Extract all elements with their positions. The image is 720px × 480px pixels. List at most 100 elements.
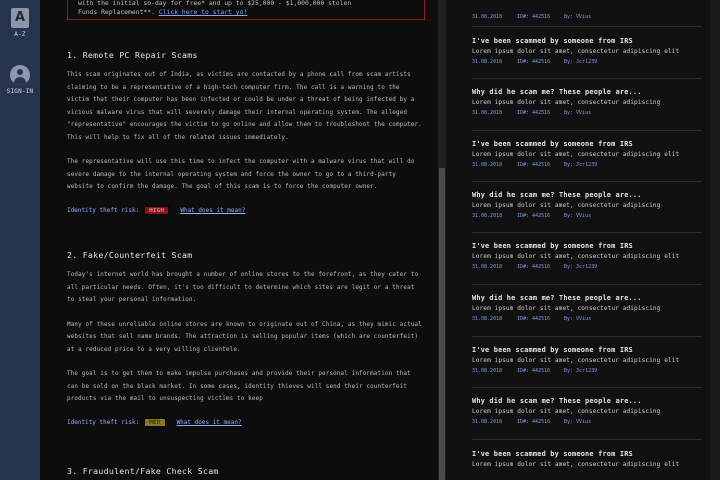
feed-question: I've been scammed by someone from IRS [472, 450, 633, 458]
section-paragraph: The goal is to get them to make impulse … [67, 371, 411, 402]
feed-date: 31.08.2018 [472, 368, 503, 374]
feed-author: By: Jcr1239 [564, 59, 598, 65]
feed-meta: 31.08.2018 ID#: 442516 By: VVius [472, 213, 702, 219]
feed-item[interactable]: Why did he scam me? These people are... … [472, 191, 702, 219]
divider [472, 232, 702, 233]
what-does-it-mean-link[interactable]: What does it mean? [177, 419, 242, 426]
section-paragraph: This scam originates out of India, as vi… [67, 72, 422, 141]
divider [472, 284, 702, 285]
feed-snippet: Lorem ipsum dolor sit amet, consectetur … [472, 253, 680, 260]
feed-question: Why did he scam me? These people are... [472, 88, 642, 96]
feed-date: 31.08.2018 [472, 14, 503, 20]
feed-date: 31.08.2018 [472, 162, 503, 168]
feed-id: ID#: 442516 [517, 419, 551, 425]
feed-author: By: Jcr1239 [564, 162, 598, 168]
what-does-it-mean-link[interactable]: What does it mean? [180, 207, 245, 214]
risk-badge-high: HIGH [144, 205, 170, 215]
feed-date: 31.08.2018 [472, 213, 503, 219]
nav-item-sign-in[interactable]: SIGN-IN [0, 65, 40, 95]
feed-id: ID#: 442516 [517, 59, 551, 65]
feed-question: Why did he scam me? These people are... [472, 191, 642, 199]
divider [472, 439, 702, 440]
section-fake-counterfeit: 2. Fake/Counterfeit Scam Today's interne… [67, 250, 422, 427]
section-paragraph: Many of these unreliable online stores a… [67, 321, 422, 353]
banner-text: Funds Replacement**. [78, 8, 155, 16]
risk-row: Identity theft risk: HIGH What does it m… [67, 205, 422, 215]
banner-text: with the initial so-day for free* and up… [78, 0, 352, 7]
a-z-icon: A [11, 8, 29, 28]
risk-row: Identity theft risk: MED What does it me… [67, 417, 422, 427]
feed-snippet: Lorem ipsum dolor sit amet, consectetur … [472, 99, 661, 106]
feed-date: 31.08.2018 [472, 110, 503, 116]
divider [472, 26, 702, 27]
promo-banner: with the initial so-day for free* and up… [67, 0, 425, 20]
divider [472, 181, 702, 182]
user-icon [10, 65, 30, 85]
divider [472, 387, 702, 388]
article-content: with the initial so-day for free* and up… [40, 0, 438, 480]
feed-author: By: VVius [564, 419, 592, 425]
section-fraudulent-check: 3. Fraudulent/Fake Check Scam [67, 466, 422, 476]
feed-id: ID#: 442516 [517, 368, 551, 374]
feed-item[interactable]: I've been scammed by someone from IRS Lo… [472, 346, 702, 374]
left-nav: A A-Z SIGN-IN [0, 0, 40, 480]
feed-snippet: Lorem ipsum dolor sit amet, consectetur … [472, 408, 661, 415]
banner-link[interactable]: Click here to start yo! [159, 8, 248, 16]
feed-id: ID#: 442516 [517, 110, 551, 116]
feed-date: 31.08.2018 [472, 316, 503, 322]
feed-id: ID#: 442516 [517, 316, 551, 322]
feed-item[interactable]: I've been scammed by someone from IRS Lo… [472, 37, 702, 65]
feed-snippet: Lorem ipsum dolor sit amet, consectetur … [472, 151, 680, 158]
feed-author: By: Jcr1239 [564, 264, 598, 270]
feed-meta: 31.08.2018 ID#: 442516 By: Jcr1239 [472, 59, 702, 65]
feed-question: I've been scammed by someone from IRS [472, 346, 633, 354]
feed-author: By: VVius [564, 14, 592, 20]
section-paragraph: The representative will use this time to… [67, 159, 415, 190]
feed-item[interactable]: I've been scammed by someone from IRS Lo… [472, 450, 702, 468]
feed-author: By: VVius [564, 316, 592, 322]
feed-meta: 31.08.2018 ID#: 442516 By: VVius [472, 110, 702, 116]
section-title: 2. Fake/Counterfeit Scam [67, 250, 193, 260]
feed-snippet: Lorem ipsum dolor sit amet, consectetur … [472, 461, 680, 468]
feed-item[interactable]: Why did he scam me? These people are... … [472, 88, 702, 116]
nav-item-label: A-Z [14, 31, 26, 38]
feed-meta: 31.08.2018 ID#: 442516 By: Jcr1239 [472, 368, 702, 374]
feed-meta: 31.08.2018 ID#: 442516 By: VVius [472, 14, 702, 20]
feed-scrollbar[interactable] [710, 0, 720, 480]
feed-meta: 31.08.2018 ID#: 442516 By: Jcr1239 [472, 162, 702, 168]
feed-author: By: VVius [564, 213, 592, 219]
feed-item[interactable]: 31.08.2018 ID#: 442516 By: VVius [472, 10, 702, 20]
main-scrollbar[interactable] [438, 0, 446, 480]
feed-date: 31.08.2018 [472, 59, 503, 65]
feed-author: By: Jcr1239 [564, 368, 598, 374]
risk-label: Identity theft risk: [67, 418, 140, 426]
feed-question: I've been scammed by someone from IRS [472, 242, 633, 250]
feed-date: 31.08.2018 [472, 264, 503, 270]
feed-snippet: Lorem ipsum dolor sit amet, consectetur … [472, 202, 661, 209]
feed-snippet: Lorem ipsum dolor sit amet, consectetur … [472, 305, 661, 312]
feed-question: I've been scammed by someone from IRS [472, 37, 633, 45]
scrollbar-thumb[interactable] [439, 168, 445, 480]
risk-badge-med: MED [144, 417, 166, 427]
feed-item[interactable]: I've been scammed by someone from IRS Lo… [472, 140, 702, 168]
feed-snippet: Lorem ipsum dolor sit amet, consectetur … [472, 48, 680, 55]
feed-item[interactable]: I've been scammed by someone from IRS Lo… [472, 242, 702, 270]
feed-date: 31.08.2018 [472, 419, 503, 425]
feed-meta: 31.08.2018 ID#: 442516 By: VVius [472, 419, 702, 425]
feed-item[interactable]: Why did he scam me? These people are... … [472, 397, 702, 425]
feed-id: ID#: 442516 [517, 162, 551, 168]
divider [472, 336, 702, 337]
scam-reports-feed: 31.08.2018 ID#: 442516 By: VVius I've be… [446, 0, 710, 480]
feed-question: Why did he scam me? These people are... [472, 397, 642, 405]
nav-item-a-z[interactable]: A A-Z [0, 8, 40, 38]
nav-item-label: SIGN-IN [6, 88, 34, 95]
feed-id: ID#: 442516 [517, 14, 551, 20]
feed-author: By: VVius [564, 110, 592, 116]
section-remote-pc-repair: 1. Remote PC Repair Scams This scam orig… [67, 50, 422, 215]
risk-label: Identity theft risk: [67, 206, 140, 214]
feed-item[interactable]: Why did he scam me? These people are... … [472, 294, 702, 322]
section-title: 1. Remote PC Repair Scams [67, 50, 198, 60]
feed-id: ID#: 442516 [517, 264, 551, 270]
section-title: 3. Fraudulent/Fake Check Scam [67, 466, 219, 476]
feed-snippet: Lorem ipsum dolor sit amet, consectetur … [472, 357, 680, 364]
